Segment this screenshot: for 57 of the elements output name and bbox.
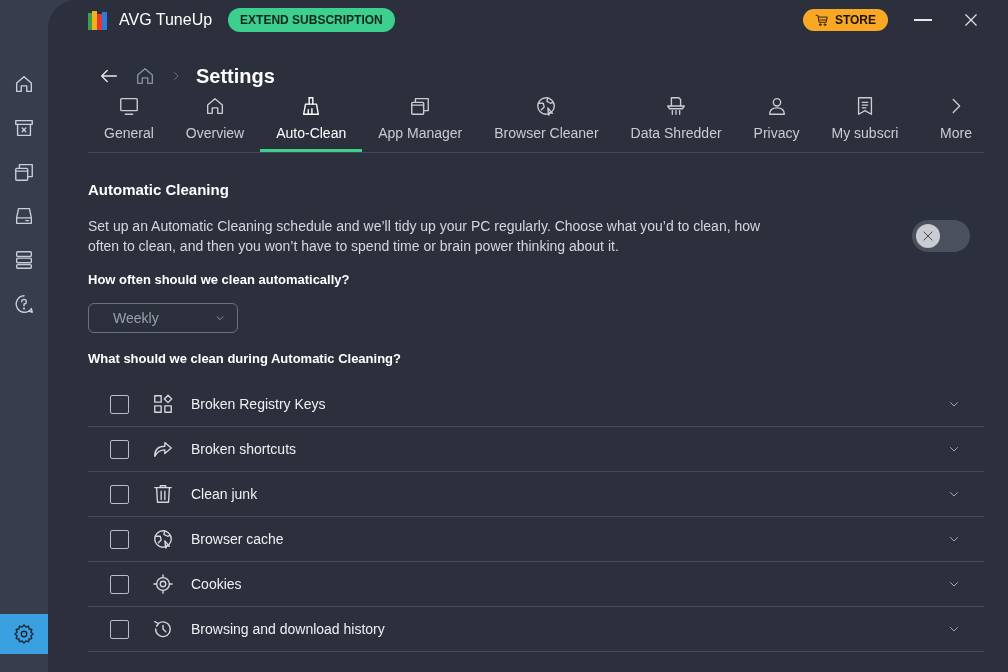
tab[interactable]: App Manager (362, 94, 479, 152)
page-title: Settings (196, 64, 275, 88)
tab[interactable]: Privacy (737, 94, 816, 152)
x-icon (921, 229, 935, 243)
close-icon (962, 11, 980, 29)
home-icon (204, 95, 226, 117)
more-tab[interactable]: More (924, 94, 984, 152)
app-title: AVG TuneUp (119, 11, 213, 29)
cart-icon (814, 13, 829, 27)
store-button[interactable]: STORE (802, 9, 888, 31)
tab[interactable]: Overview (169, 94, 261, 152)
minimize-icon (914, 19, 932, 21)
item-label: Broken shortcuts (191, 441, 297, 457)
item-label: Broken Registry Keys (191, 396, 326, 412)
tab[interactable]: Data Shredder (614, 94, 738, 152)
description-text: Set up an Automatic Cleaning schedule and we’ll tidy up your PC regularly. Choose what you’d to clean, how often to clean, and then you won’t have to spend time or brain power thinking about it. (88, 217, 762, 256)
archive-box-icon (13, 117, 35, 139)
home-icon (13, 73, 35, 95)
tab[interactable]: Browser Cleaner (478, 94, 615, 152)
settings-icon (13, 623, 35, 645)
checkbox[interactable] (110, 484, 129, 504)
windows-icon (409, 95, 432, 117)
checkbox[interactable] (110, 439, 129, 459)
logo-icon (88, 10, 107, 30)
checkbox[interactable] (110, 574, 129, 594)
toggle-switch[interactable] (912, 220, 970, 252)
checkbox[interactable] (110, 529, 129, 549)
settings-button[interactable] (0, 614, 48, 654)
frequency-dropdown[interactable]: Weekly (88, 303, 238, 333)
shapes-icon (152, 393, 174, 415)
tab[interactable]: Auto-Clean (260, 94, 363, 152)
stack-icon (13, 249, 35, 271)
trash-icon (152, 483, 174, 505)
globe-icon (535, 95, 558, 117)
extend-subscription-button[interactable]: EXTEND SUBSCRIPTION (228, 8, 395, 32)
item-label: Browser cache (191, 531, 284, 547)
question-text: What should we clean during Automatic Cleaning? (88, 351, 402, 366)
monitor-icon (117, 95, 140, 117)
home-icon (134, 65, 156, 87)
tab[interactable]: General (88, 94, 170, 152)
tab[interactable]: My subscri (815, 94, 915, 152)
chevron-down-icon (215, 313, 225, 323)
item-label: Browsing and download history (191, 621, 385, 637)
shredder-icon (665, 95, 688, 117)
question-text: How often should we clean automatically? (88, 272, 351, 287)
drive-icon (13, 205, 35, 227)
windows-icon (13, 161, 35, 183)
help-icon (13, 293, 35, 315)
globe-icon (152, 528, 174, 550)
section-heading: Automatic Cleaning (88, 181, 230, 198)
history-icon (152, 618, 174, 640)
item-label: Cookies (191, 576, 242, 592)
checkbox[interactable] (110, 394, 129, 414)
item-label: Clean junk (191, 486, 258, 502)
target-icon (152, 573, 174, 595)
home-button[interactable] (134, 65, 156, 87)
checkbox[interactable] (110, 619, 129, 639)
